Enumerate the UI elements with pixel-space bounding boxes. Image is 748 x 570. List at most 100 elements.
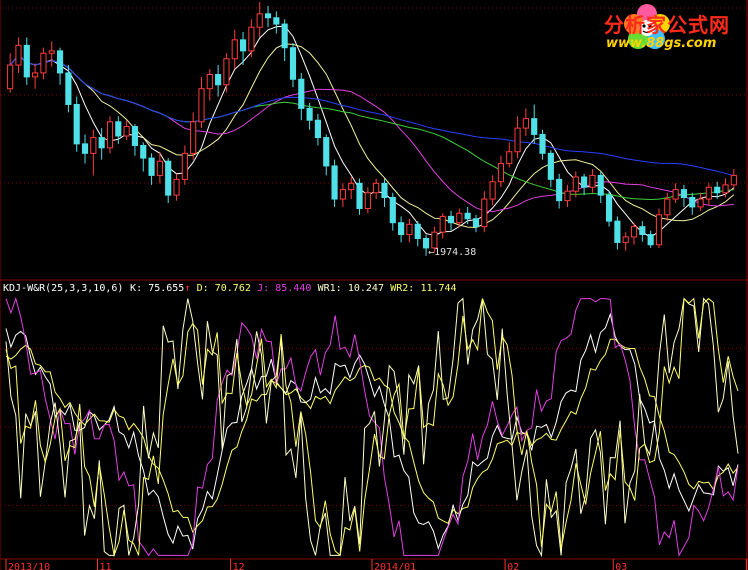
candle-body[interactable] [115,121,122,137]
candle-body[interactable] [48,50,55,54]
candle-body[interactable] [705,186,712,200]
candle-body[interactable] [581,176,588,188]
candle-body[interactable] [572,176,579,192]
candle-body[interactable] [489,181,496,200]
candle-body[interactable] [7,64,14,90]
candle-body[interactable] [289,47,297,80]
candle-body[interactable] [514,127,521,153]
candle-body[interactable] [331,165,338,200]
candle-body[interactable] [23,44,30,78]
candle-body[interactable] [165,160,172,196]
candle-body[interactable] [464,212,471,220]
candle-body[interactable] [306,107,313,121]
candle-body[interactable] [56,50,64,74]
candle-body[interactable] [605,194,613,222]
candle-body[interactable] [131,126,139,146]
candle-body[interactable] [206,74,213,90]
candle-body[interactable] [655,214,663,246]
candle-body[interactable] [556,178,563,202]
candle-body[interactable] [173,178,180,196]
candle-body[interactable] [672,189,679,200]
candle-body[interactable] [190,121,197,154]
candle-body[interactable] [281,23,288,49]
candle-body[interactable] [414,223,421,239]
candle-body[interactable] [481,198,488,228]
candle-body[interactable] [65,72,72,105]
candle-body[interactable] [497,163,505,183]
date-label: 02 [507,562,519,570]
candle-body[interactable] [531,118,538,135]
candle-body[interactable] [506,151,513,165]
candle-body[interactable] [364,192,371,210]
candle-body[interactable] [722,184,729,194]
candle-body[interactable] [73,103,80,145]
candle-body[interactable] [622,236,629,243]
wr1-label: WR1: [318,283,342,294]
candle-body[interactable] [156,160,163,176]
stock-chart[interactable]: ←1974.38 KDJ-W&R(25,3,3,10,6) K: 75.655 ↑ D: 7… [0,0,748,570]
candle-body[interactable] [456,212,463,224]
candle-body[interactable] [447,215,455,224]
candle-body[interactable] [239,39,247,52]
candle-body[interactable] [356,182,363,210]
candle-body[interactable] [680,189,688,198]
candle-body[interactable] [564,190,571,202]
candle-body[interactable] [597,174,604,196]
date-label: 2013/10 [8,562,50,570]
candle-body[interactable] [522,118,529,129]
candle-body[interactable] [689,196,696,208]
candle-body[interactable] [148,157,155,176]
candle-body[interactable] [90,137,97,154]
candle-body[interactable] [181,152,188,180]
candle-body[interactable] [639,226,646,236]
candle-body[interactable] [398,222,405,236]
candle-body[interactable] [730,174,737,186]
candle-body[interactable] [231,39,238,60]
candle-body[interactable] [389,196,396,224]
candle-body[interactable] [714,186,721,194]
candle-body[interactable] [248,26,255,52]
k-label: K: [130,283,142,294]
candle-body[interactable] [198,88,205,123]
candle-body[interactable] [81,143,89,154]
candle-body[interactable] [223,58,230,86]
candle-body[interactable] [439,215,446,233]
candle-body[interactable] [215,74,222,86]
candle-body[interactable] [273,17,280,25]
date-label: 03 [615,562,627,570]
candle-body[interactable] [373,182,380,194]
candle-body[interactable] [298,78,305,109]
candle-body[interactable] [539,133,546,154]
candle-body[interactable] [264,13,272,19]
candle-body[interactable] [348,182,355,191]
candle-body[interactable] [614,220,621,243]
candle-body[interactable] [123,126,130,137]
candle-body[interactable] [589,174,596,188]
candle-body[interactable] [140,144,147,159]
candle-body[interactable] [697,198,704,208]
candle-body[interactable] [472,218,480,228]
candle-body[interactable] [630,226,638,238]
date-label: 11 [100,562,112,570]
candle-body[interactable] [314,119,322,139]
candle-body[interactable] [15,44,22,66]
candle-body[interactable] [381,182,388,198]
candle-body[interactable] [339,189,346,200]
candle-body[interactable] [256,13,263,28]
candle-body[interactable] [664,198,671,216]
candle-body[interactable] [32,72,39,78]
candle-body[interactable] [547,152,554,180]
d-label: D: [197,283,209,294]
candle-body[interactable] [647,234,654,246]
candle-body[interactable] [98,137,105,149]
indicator-line-k [5,312,739,551]
candle-body[interactable] [431,231,438,249]
candle-body[interactable] [323,137,330,167]
j-value: 85.440 [275,283,311,294]
candle-body[interactable] [106,121,114,149]
low-price-annotation: ←1974.38 [428,247,476,258]
candle-body[interactable] [406,223,413,236]
d-value: 70.762 [215,283,251,294]
wr2-label: WR2: [390,283,414,294]
candle-body[interactable] [40,52,47,74]
